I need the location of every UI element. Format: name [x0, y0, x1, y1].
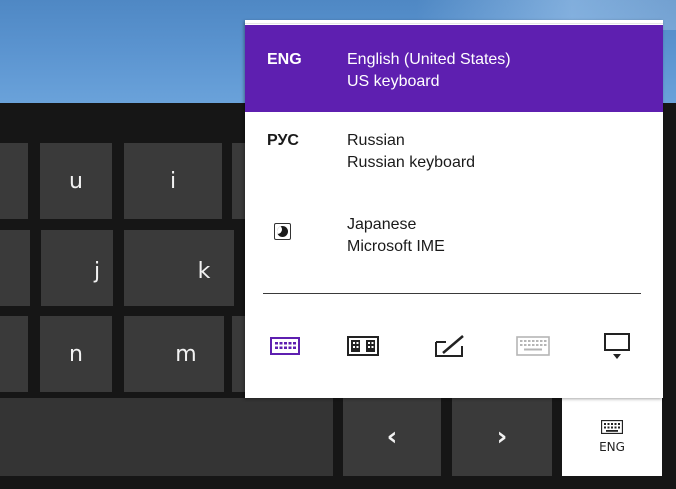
key-partial-left[interactable] [0, 143, 28, 219]
keyboard-name: Russian keyboard [347, 154, 476, 171]
split-keyboard-button[interactable] [341, 328, 385, 368]
key-label: i [169, 168, 177, 194]
key-u[interactable]: u [40, 143, 112, 219]
full-keyboard-button[interactable] [511, 328, 555, 368]
key-label: m [175, 341, 197, 367]
standard-keyboard-icon [270, 337, 300, 359]
language-switch-key[interactable]: ENG [562, 398, 662, 476]
key-j[interactable]: j [41, 230, 113, 306]
split-keyboard-icon [347, 336, 379, 360]
menu-divider [263, 293, 641, 294]
screen: u i j k n m ‹ › ENG ENG English (United … [0, 0, 676, 489]
keyboard-name: US keyboard [347, 73, 440, 90]
ime-glyph [277, 226, 288, 237]
language-item-russian[interactable]: РУС Russian Russian keyboard [245, 112, 663, 190]
key-partial-right[interactable] [232, 143, 246, 219]
key-label: u [69, 168, 83, 194]
key-partial-left[interactable] [0, 230, 30, 306]
space-bar[interactable] [0, 398, 333, 476]
language-code: РУС [267, 132, 299, 149]
keyboard-name: Microsoft IME [347, 238, 445, 255]
key-k[interactable]: k [124, 230, 234, 306]
handwriting-button[interactable] [429, 328, 473, 368]
chevron-left-icon: ‹ [386, 422, 398, 452]
key-label: k [197, 258, 211, 284]
language-item-japanese[interactable]: Japanese Microsoft IME [245, 190, 663, 270]
standard-keyboard-button[interactable] [263, 328, 307, 368]
key-label: j [93, 258, 101, 284]
previous-key[interactable]: ‹ [343, 398, 441, 476]
language-item-english[interactable]: ENG English (United States) US keyboard [245, 25, 663, 112]
key-partial-left[interactable] [0, 316, 28, 392]
key-n[interactable]: n [40, 316, 112, 392]
japanese-ime-icon [274, 223, 291, 240]
language-name: Russian [347, 132, 405, 149]
language-switch-label: ENG [599, 440, 625, 454]
chevron-right-icon: › [496, 422, 508, 452]
full-keyboard-icon [516, 336, 550, 360]
key-partial-right[interactable] [232, 316, 246, 392]
next-key[interactable]: › [452, 398, 552, 476]
language-name: Japanese [347, 216, 417, 233]
flyout-border [245, 20, 663, 24]
dock-keyboard-button[interactable] [595, 328, 639, 368]
keyboard-icon [600, 419, 624, 437]
language-code: ENG [267, 51, 302, 68]
dock-keyboard-icon [603, 331, 631, 365]
handwriting-icon [434, 334, 468, 362]
language-name: English (United States) [347, 51, 511, 68]
key-label: n [69, 341, 83, 367]
language-flyout: ENG English (United States) US keyboard … [245, 20, 663, 398]
key-m[interactable]: m [124, 316, 224, 392]
key-i[interactable]: i [124, 143, 222, 219]
